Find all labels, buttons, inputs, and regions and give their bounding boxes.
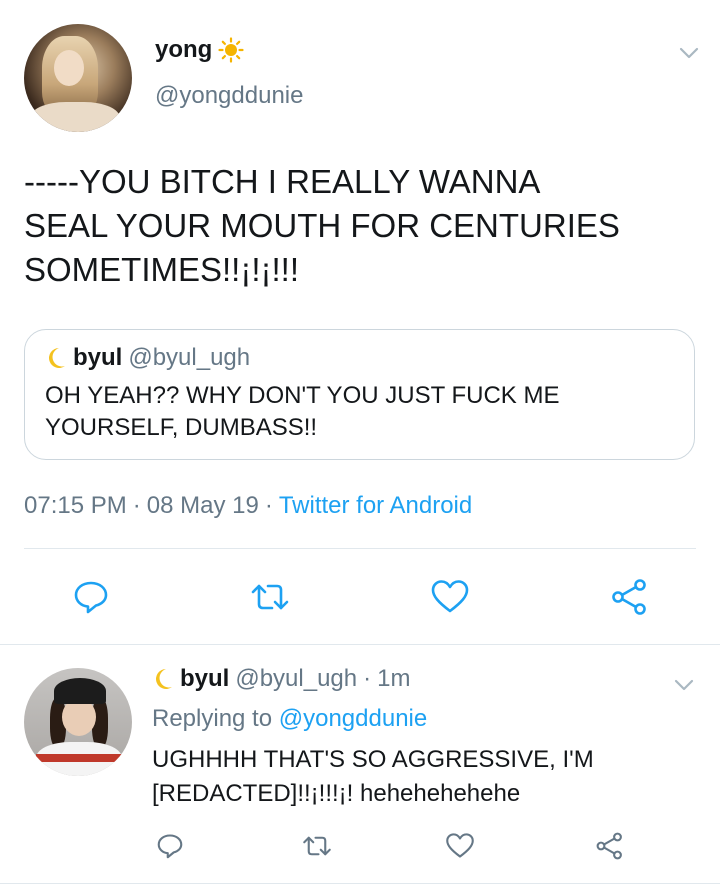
tweet-time: 07:15 PM [24,492,127,519]
share-icon [596,832,622,860]
like-icon [446,833,474,858]
tweet-meta: 07:15 PM · 08 May 19 · Twitter for Android [24,492,472,520]
replying-to: Replying to @yongddunie [152,705,427,733]
avatar[interactable] [24,668,132,776]
quoted-display-name: byul [73,344,123,371]
main-tweet: yong @yongddunie -----YOU BITCH I REALLY… [0,0,720,645]
tweet-actions [0,575,720,621]
reply-button[interactable] [69,575,113,619]
reply-actions [0,824,720,864]
divider [24,548,696,549]
share-button[interactable] [608,575,652,619]
reply-icon [74,581,108,614]
moon-icon [49,348,65,368]
tweet-source-link[interactable]: Twitter for Android [279,492,472,519]
quoted-tweet[interactable]: byul @byul_ugh OH YEAH?? WHY DON'T YOU J… [24,329,695,460]
sun-icon [218,37,244,63]
share-icon [612,579,646,615]
meta-separator: · [264,492,273,519]
author-handle[interactable]: @yongddunie [155,82,303,110]
author-display-name[interactable]: yong [155,36,212,64]
like-button[interactable] [438,824,482,868]
reply-icon [157,834,183,859]
retweet-icon [303,836,331,856]
quoted-handle: @byul_ugh [128,344,251,371]
reply-age: 1m [377,665,411,692]
avatar[interactable] [24,24,132,132]
replying-to-mention[interactable]: @yongddunie [279,705,427,732]
reply-text: UGHHHH THAT'S SO AGGRESSIVE, I'M [REDACT… [152,746,594,807]
like-button[interactable] [428,575,472,619]
divider [0,644,720,645]
retweet-button[interactable] [248,575,292,619]
reply-display-name[interactable]: byul [180,665,229,693]
retweet-button[interactable] [295,824,339,868]
tweet-text: -----YOU BITCH I REALLY WANNA SEAL YOUR … [24,163,620,288]
chevron-down-icon[interactable] [676,40,702,66]
meta-separator: · [132,492,141,519]
retweet-icon [251,584,289,610]
tweet-date: 08 May 19 [146,492,259,519]
tweet-detail-page: yong @yongddunie -----YOU BITCH I REALLY… [0,0,720,889]
quoted-tweet-text: OH YEAH?? WHY DON'T YOU JUST FUCK ME YOU… [45,382,560,441]
quoted-tweet-header: byul @byul_ugh [45,344,250,372]
share-button[interactable] [588,824,632,868]
moon-icon [156,669,172,689]
reply-header: byul @byul_ugh · 1m [152,665,410,693]
reply-button[interactable] [148,824,192,868]
like-icon [431,580,469,613]
meta-separator: · [363,665,372,692]
reply-handle[interactable]: @byul_ugh [235,665,357,693]
author-name[interactable]: yong [155,36,244,64]
divider [0,883,720,884]
chevron-down-icon[interactable] [671,672,697,698]
replying-to-label: Replying to [152,705,273,732]
